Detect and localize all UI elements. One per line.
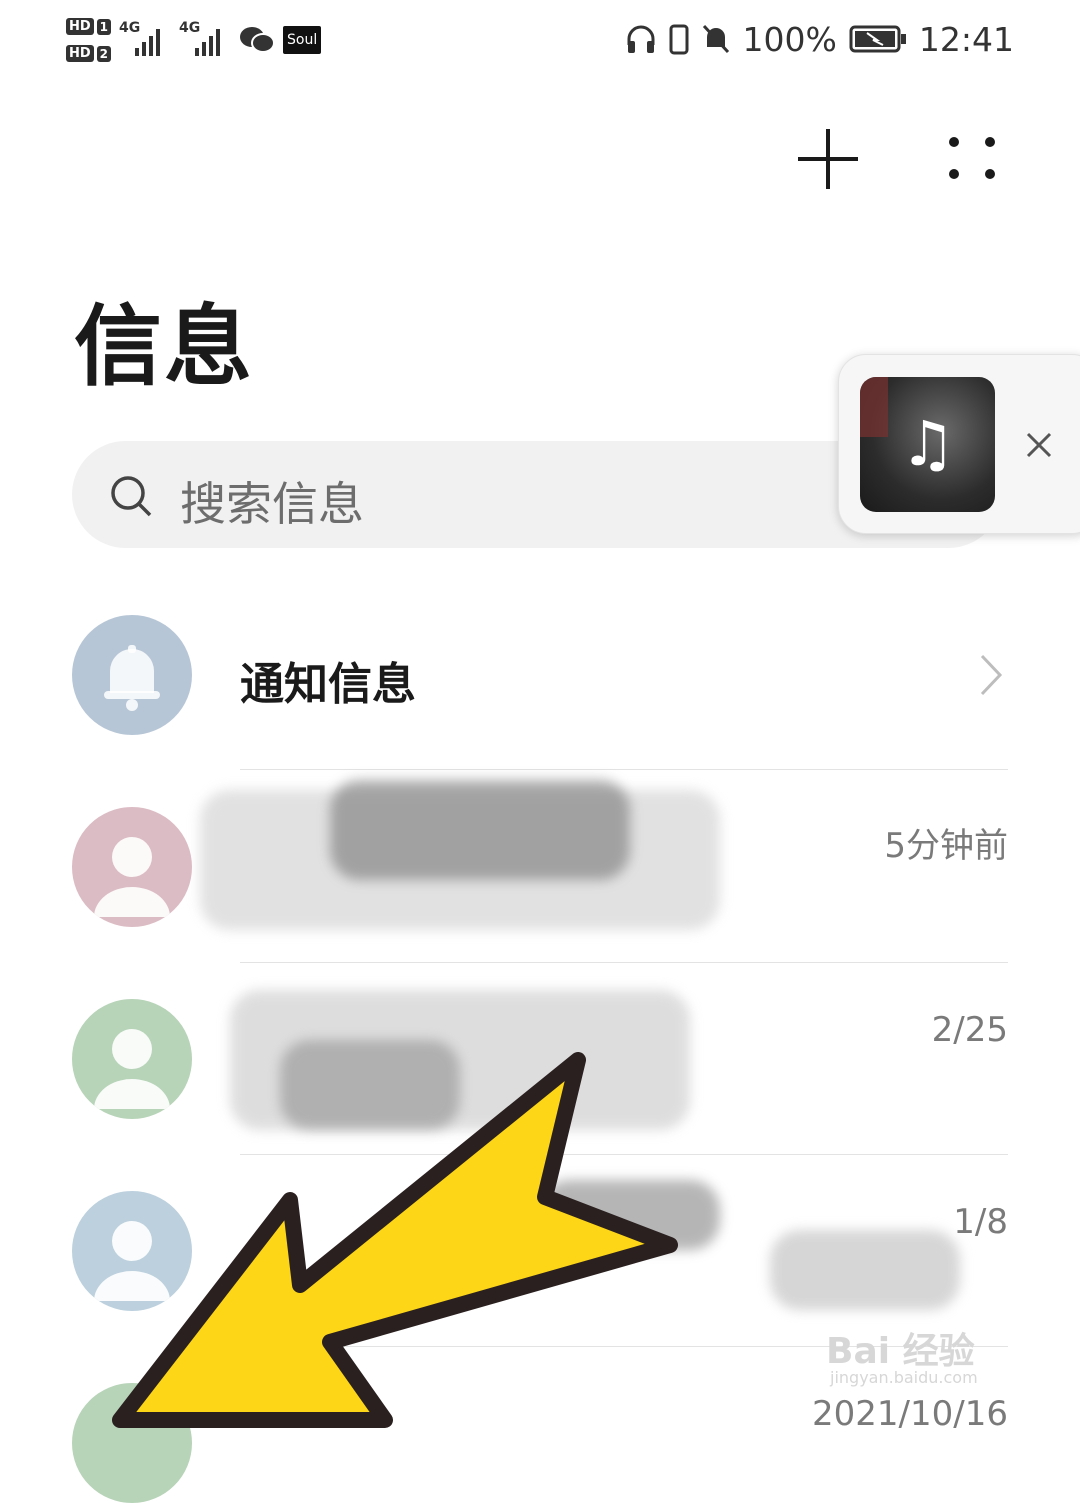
- watermark-url: jingyan.baidu.com: [830, 1368, 978, 1387]
- new-message-button[interactable]: [796, 127, 860, 191]
- soul-app-icon: Soul: [283, 26, 322, 54]
- signal-icon-sim1: 4G: [119, 20, 171, 60]
- headphones-icon: [627, 25, 655, 53]
- watermark-logo: Bai 经验: [826, 1331, 975, 1372]
- conversation-time: 2021/10/16: [812, 1394, 1008, 1434]
- person-icon: [94, 837, 170, 917]
- battery-charging-icon: [849, 25, 906, 53]
- page-title: 信息: [74, 295, 255, 398]
- conversation-time: 5分钟前: [884, 826, 1008, 866]
- hd1-badge: HD: [66, 18, 94, 35]
- close-icon[interactable]: [1018, 424, 1060, 466]
- status-bar-right: 100% 12:41: [625, 14, 1014, 64]
- hd-indicators: HD 1 HD 2: [66, 18, 112, 62]
- hd1-num: 1: [96, 18, 112, 35]
- album-art[interactable]: ♫: [860, 377, 995, 512]
- conversation-time: 2/25: [931, 1010, 1008, 1050]
- signal-icon-sim2: 4G: [179, 20, 231, 60]
- conversation-time: 1/8: [953, 1202, 1008, 1242]
- search-placeholder: 搜索信息: [180, 477, 364, 531]
- clock: 12:41: [918, 19, 1014, 59]
- bell-icon: [104, 645, 160, 711]
- hd2-num: 2: [96, 45, 112, 62]
- contact-avatar: [72, 807, 192, 927]
- redacted-content: [330, 780, 630, 880]
- battery-percent: 100%: [742, 19, 837, 59]
- search-icon: [111, 476, 152, 517]
- mute-bell-icon: [702, 24, 729, 54]
- notification-avatar: [72, 615, 192, 735]
- conversation-title: 通知信息: [240, 659, 416, 710]
- chevron-right-icon: [980, 654, 1003, 696]
- divider: [240, 962, 1008, 963]
- divider: [240, 769, 1008, 770]
- redacted-content: [770, 1230, 960, 1310]
- status-bar-left: HD 1 HD 2 4G 4G Soul: [66, 10, 322, 70]
- hd2-badge: HD: [66, 45, 94, 62]
- music-note-icon: ♫: [900, 407, 956, 480]
- wechat-icon: [240, 27, 276, 53]
- more-menu-button[interactable]: [946, 134, 1000, 182]
- annotation-arrow-icon: [112, 1052, 678, 1428]
- vibrate-icon: [669, 24, 689, 55]
